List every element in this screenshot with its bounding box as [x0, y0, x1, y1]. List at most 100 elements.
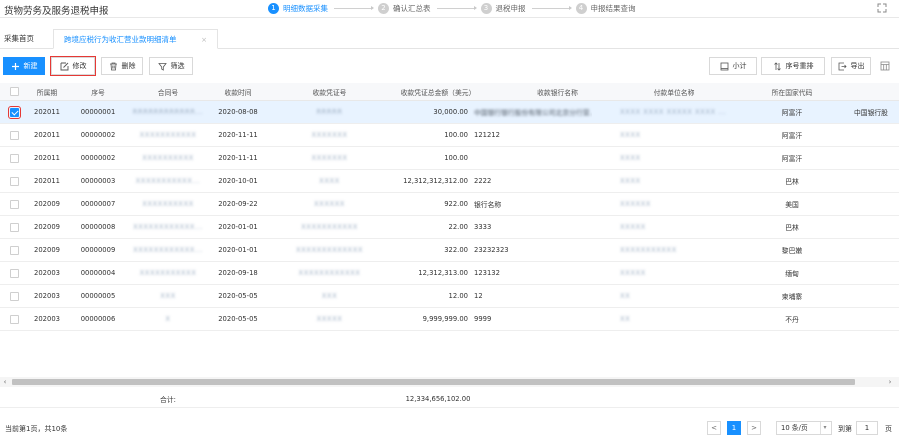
checkbox[interactable]	[9, 176, 19, 186]
cell-contract: RRRRRRRRRRRR...	[126, 101, 210, 123]
checkbox[interactable]	[9, 222, 19, 232]
cell-text: XXXXXXXXXX	[142, 200, 194, 208]
cell-voucher: XXXXXXXXXXXXX	[282, 239, 377, 261]
goto-label: 到第	[838, 425, 852, 433]
table-row[interactable]: 202003 00000004 XXXXXXXXXXX 2020-09-18 XXXXX…	[0, 262, 899, 285]
edit-button[interactable]: 修改	[50, 56, 96, 76]
cell-bank: 121212	[472, 124, 592, 146]
cell-text: 100.00	[444, 131, 468, 139]
table-row[interactable]: 202011 00000003 XXXXXXXXXXX... 2020-10-01 XX…	[0, 170, 899, 193]
cell-period: 202011	[28, 124, 66, 146]
checkbox[interactable]	[9, 245, 19, 255]
delete-button-label: 删除	[121, 62, 136, 70]
step-1[interactable]: 1 明细数据采集	[268, 3, 328, 14]
table-row[interactable]: 202011 00000002 XXXXXXXXXX 2020-11-11 XXXXXX…	[0, 147, 899, 170]
step-label: 申报结果查询	[590, 4, 636, 13]
cell-date: 2020-05-05	[212, 285, 264, 307]
fullscreen-icon[interactable]	[877, 3, 887, 13]
table-row[interactable]: 202009 00000008 XXXXXXXXXXXX... 2020-01-01 X…	[0, 216, 899, 239]
table-row[interactable]: 202011 00000001 RRRRRRRRRRRR... 2020-08-08 R…	[0, 101, 899, 124]
column-header[interactable]: 所在国家代码	[733, 83, 851, 100]
close-icon[interactable]: ×	[201, 30, 207, 50]
step-3[interactable]: 3 退税申报	[480, 3, 526, 14]
column-header[interactable]: 合同号	[126, 83, 210, 100]
goto-page-input[interactable]: 1	[856, 421, 878, 435]
cell-date: 2020-01-01	[212, 216, 264, 238]
scroll-right-icon[interactable]: ›	[885, 377, 895, 387]
table-row[interactable]: 202011 00000002 XXXXXXXXXXX 2020-11-11 XXXXX…	[0, 124, 899, 147]
row-checkbox-cell[interactable]	[6, 124, 22, 146]
column-header[interactable]: 所属期	[28, 83, 66, 100]
export-button[interactable]: 导出	[831, 57, 871, 75]
tab-collection-home[interactable]: 采集首页	[4, 29, 48, 49]
column-header[interactable]: 付款单位名称	[618, 83, 730, 100]
horizontal-scrollbar[interactable]: ‹ ›	[0, 377, 899, 387]
cell-extra	[852, 147, 899, 169]
table-row[interactable]: 202003 00000006 X 2020-05-05 XXXXX 9,999,999.…	[0, 308, 899, 331]
cell-country: 柬埔寨	[733, 285, 851, 307]
column-settings-icon[interactable]	[880, 61, 890, 71]
column-header[interactable]: 收款凭证总金额（美元）	[378, 83, 498, 100]
cell-voucher: XXX	[282, 285, 377, 307]
row-checkbox-cell[interactable]	[6, 101, 22, 123]
scrollbar-thumb[interactable]	[12, 379, 855, 385]
select-all-checkbox[interactable]	[6, 83, 22, 100]
cell-text: 9999	[474, 315, 492, 323]
subtotal-button[interactable]: 小计	[709, 57, 757, 75]
cell-text: XXXXXXXXXXXX...	[133, 223, 203, 231]
row-checkbox-cell[interactable]	[6, 308, 22, 330]
cell-payer: XXXX	[618, 147, 730, 169]
new-button-label: 新建	[23, 62, 38, 70]
table-row[interactable]: 202009 00000007 XXXXXXXXXX 2020-09-22 XXXXXX…	[0, 193, 899, 216]
cell-text: XXXXXXXXXXXX	[298, 269, 361, 277]
cell-amount: 922.00	[378, 193, 470, 215]
step-label: 退税申报	[495, 4, 526, 13]
table-row[interactable]: 202003 00000005 XXX 2020-05-05 XXX 12.00 12 XX 柬…	[0, 285, 899, 308]
checkbox[interactable]	[9, 314, 19, 324]
row-checkbox-cell[interactable]	[6, 285, 22, 307]
step-progress: 1 明细数据采集 2 确认汇总表 3 退税申报 4 申报结果查询	[268, 2, 636, 15]
checkbox[interactable]	[9, 291, 19, 301]
page-size-select[interactable]: 10 条/页 ▾	[776, 421, 832, 435]
reorder-button[interactable]: 序号重排	[761, 57, 825, 75]
cell-text: 2020-10-01	[218, 177, 258, 185]
checkbox[interactable]	[7, 105, 21, 119]
tab-cross-border-receipts[interactable]: 跨境应税行为收汇营业款明细清单 ×	[53, 29, 218, 49]
cell-country: 巴林	[733, 170, 851, 192]
row-checkbox-cell[interactable]	[6, 262, 22, 284]
delete-button[interactable]: 删除	[101, 57, 143, 75]
checkbox[interactable]	[9, 268, 19, 278]
next-page-button[interactable]: >	[747, 421, 761, 435]
column-header[interactable]: 序号	[78, 83, 118, 100]
page-1-button[interactable]: 1	[727, 421, 741, 435]
checkbox[interactable]	[9, 87, 19, 96]
column-header[interactable]: 收款时间	[212, 83, 264, 100]
cell-text: 00000006	[80, 315, 116, 323]
new-button[interactable]: 新建	[3, 57, 45, 75]
cell-text: 巴林	[785, 224, 799, 232]
table-row[interactable]: 202009 00000009 XXXXXXXXXXXX... 2020-01-01 X…	[0, 239, 899, 262]
cell-date: 2020-10-01	[212, 170, 264, 192]
cell-payer: XX	[618, 285, 730, 307]
column-header[interactable]: 收款凭证号	[282, 83, 377, 100]
checkbox[interactable]	[9, 153, 19, 163]
export-button-label: 导出	[850, 62, 865, 70]
prev-page-button[interactable]: <	[707, 421, 721, 435]
column-header[interactable]: 收款银行名称	[500, 83, 615, 100]
row-checkbox-cell[interactable]	[6, 216, 22, 238]
checkbox[interactable]	[9, 199, 19, 209]
row-checkbox-cell[interactable]	[6, 239, 22, 261]
cell-text: 202011	[34, 177, 60, 185]
filter-button[interactable]: 筛选	[149, 57, 193, 75]
row-checkbox-cell[interactable]	[6, 170, 22, 192]
step-4[interactable]: 4 申报结果查询	[575, 3, 636, 14]
sort-icon	[773, 61, 781, 71]
row-checkbox-cell[interactable]	[6, 193, 22, 215]
cell-text: XXXXXXXXXXX	[301, 223, 358, 231]
checkbox[interactable]	[9, 130, 19, 140]
scroll-left-icon[interactable]: ‹	[0, 377, 10, 387]
row-checkbox-cell[interactable]	[6, 147, 22, 169]
total-amount: 12,334,656,102.00	[405, 394, 471, 403]
cell-text: 100.00	[444, 154, 468, 162]
step-2[interactable]: 2 确认汇总表	[378, 3, 431, 14]
